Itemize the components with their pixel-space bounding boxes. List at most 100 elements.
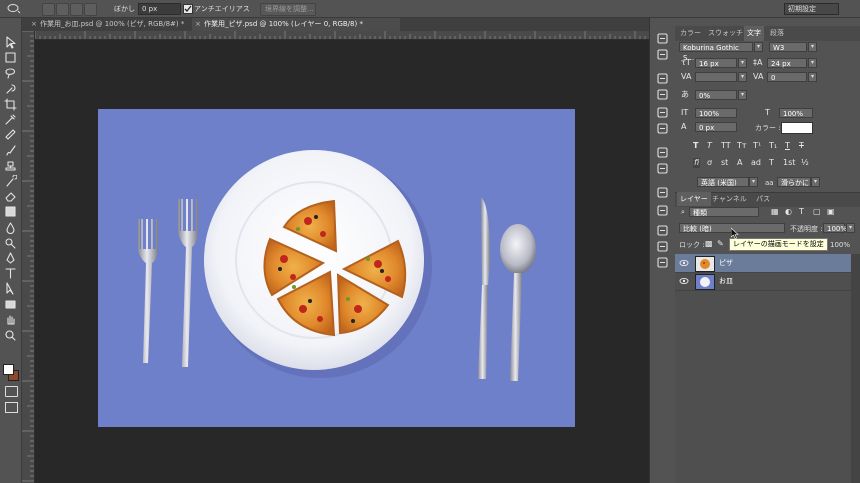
all-caps-button[interactable]: TT: [721, 141, 731, 151]
move-icon[interactable]: [4, 36, 17, 49]
foreground-color-swatch[interactable]: [3, 364, 14, 375]
stamp-icon[interactable]: [4, 159, 17, 172]
history-icon[interactable]: [656, 32, 669, 45]
opacity-input[interactable]: 100%: [823, 223, 847, 233]
baseline-shift-input[interactable]: 0 px: [695, 122, 737, 132]
layers-scrollbar[interactable]: [851, 254, 860, 483]
lock-transparent-icon[interactable]: ▩: [705, 239, 713, 249]
path-select-icon[interactable]: [4, 282, 17, 295]
channels-icon[interactable]: [656, 240, 669, 253]
tab-paths[interactable]: パス: [753, 192, 773, 206]
tab-color[interactable]: カラー: [677, 26, 704, 41]
blur-icon[interactable]: [4, 221, 17, 234]
brush-lock-icon[interactable]: ✎: [717, 239, 724, 249]
discretionary-ligature-button[interactable]: ơ: [707, 158, 712, 168]
fractions-button[interactable]: ½: [801, 158, 809, 168]
add-selection-button[interactable]: [56, 3, 69, 16]
tab-channels[interactable]: チャンネル: [709, 192, 750, 206]
type-icon[interactable]: [4, 267, 17, 280]
screen-mode-icon[interactable]: [5, 402, 18, 413]
faux-bold-button[interactable]: T: [693, 141, 698, 151]
blur-input[interactable]: 0 px: [138, 3, 181, 15]
brush-icon[interactable]: [4, 144, 17, 157]
dodge-icon[interactable]: [4, 236, 17, 249]
brush-presets-icon[interactable]: [656, 88, 669, 101]
zoom-icon[interactable]: [4, 329, 17, 342]
eraser-icon[interactable]: [4, 190, 17, 203]
pixel-filter-icon[interactable]: ▦: [771, 207, 779, 217]
subtract-selection-button[interactable]: [70, 3, 83, 16]
pen-icon[interactable]: [4, 252, 17, 265]
chevron-down-icon[interactable]: ▾: [754, 42, 763, 52]
character-icon[interactable]: [656, 146, 669, 159]
antialias-select[interactable]: 滑らかに: [777, 177, 811, 187]
language-select[interactable]: 英語 (米国): [697, 177, 749, 187]
layer-row-plate[interactable]: お皿: [675, 272, 851, 291]
font-weight-select[interactable]: W3: [769, 42, 807, 52]
marquee-icon[interactable]: [4, 51, 17, 64]
leading-input[interactable]: 24 px: [767, 58, 807, 68]
chevron-down-icon[interactable]: ▾: [808, 58, 817, 68]
refine-edge-button[interactable]: 境界線を調整...: [260, 3, 316, 16]
smart-object-filter-icon[interactable]: ▣: [827, 207, 835, 217]
small-caps-button[interactable]: Tт: [737, 141, 747, 151]
tab-layers[interactable]: レイヤー: [677, 192, 711, 206]
swatches-icon[interactable]: [656, 186, 669, 199]
lasso-icon[interactable]: [4, 67, 17, 80]
eye-icon[interactable]: [679, 276, 689, 286]
close-icon[interactable]: ×: [195, 18, 201, 31]
info-icon[interactable]: [656, 72, 669, 85]
workspace-selector[interactable]: 初期設定: [784, 3, 839, 15]
subscript-button[interactable]: T₁: [769, 141, 777, 151]
type-filter-icon[interactable]: T: [799, 207, 804, 217]
healing-brush-icon[interactable]: [4, 128, 17, 141]
close-icon[interactable]: ×: [31, 18, 37, 31]
play-actions-icon[interactable]: [656, 48, 669, 61]
shape-filter-icon[interactable]: ▢: [813, 207, 821, 217]
hand-icon[interactable]: [4, 313, 17, 326]
tab-plate-document[interactable]: × 作業用_お皿.psd @ 100% (ピザ, RGB/8#) *: [28, 18, 200, 31]
kerning-input[interactable]: [695, 72, 737, 82]
chevron-down-icon[interactable]: ▾: [808, 72, 817, 82]
canvas-image[interactable]: [98, 109, 575, 427]
new-selection-button[interactable]: [42, 3, 55, 16]
ordinals-button[interactable]: T: [769, 158, 774, 168]
font-family-select[interactable]: Koburina Gothic S...: [679, 42, 753, 62]
chevron-down-icon[interactable]: ▾: [738, 58, 747, 68]
chevron-down-icon[interactable]: ▾: [808, 42, 817, 52]
chevron-down-icon[interactable]: ▾: [738, 72, 747, 82]
layers-icon[interactable]: [656, 224, 669, 237]
paragraph-icon[interactable]: [656, 162, 669, 175]
font-size-input[interactable]: 16 px: [695, 58, 737, 68]
lasso-tool-icon[interactable]: [6, 3, 22, 16]
shape-icon[interactable]: [4, 298, 17, 311]
titling-button[interactable]: ad: [751, 158, 761, 168]
fill-value[interactable]: 100%: [830, 240, 850, 250]
chevron-down-icon[interactable]: ▾: [738, 90, 747, 100]
text-color-swatch[interactable]: [781, 122, 813, 134]
gradient-icon[interactable]: [4, 205, 17, 218]
horizontal-scale-input[interactable]: 100%: [779, 108, 813, 118]
swash-button[interactable]: st: [721, 158, 728, 168]
tab-swatches[interactable]: スウォッチ: [705, 26, 746, 41]
stylistic-alternates-button[interactable]: A: [737, 158, 742, 168]
eyedropper-icon[interactable]: [4, 113, 17, 126]
layer-filter-select[interactable]: 種類: [689, 207, 759, 217]
ordinal-st-button[interactable]: 1st: [783, 158, 795, 168]
quick-mask-icon[interactable]: [5, 386, 18, 397]
tab-paragraph[interactable]: 段落: [767, 26, 787, 41]
antialias-checkbox[interactable]: [183, 4, 193, 14]
chevron-down-icon[interactable]: ▾: [749, 177, 758, 187]
vertical-scale-input[interactable]: 100%: [695, 108, 737, 118]
tracking-input[interactable]: 0: [767, 72, 807, 82]
properties-icon[interactable]: [656, 122, 669, 135]
history-brush-icon[interactable]: [4, 174, 18, 188]
paths-icon[interactable]: [656, 256, 669, 269]
adjustment-filter-icon[interactable]: ◐: [785, 207, 792, 217]
chevron-down-icon[interactable]: ▾: [811, 177, 820, 187]
faux-italic-button[interactable]: T: [707, 141, 712, 151]
strikethrough-button[interactable]: T: [799, 141, 804, 151]
superscript-button[interactable]: T¹: [753, 141, 761, 151]
underline-button[interactable]: T: [785, 141, 790, 151]
tsume-input[interactable]: 0%: [695, 90, 737, 100]
